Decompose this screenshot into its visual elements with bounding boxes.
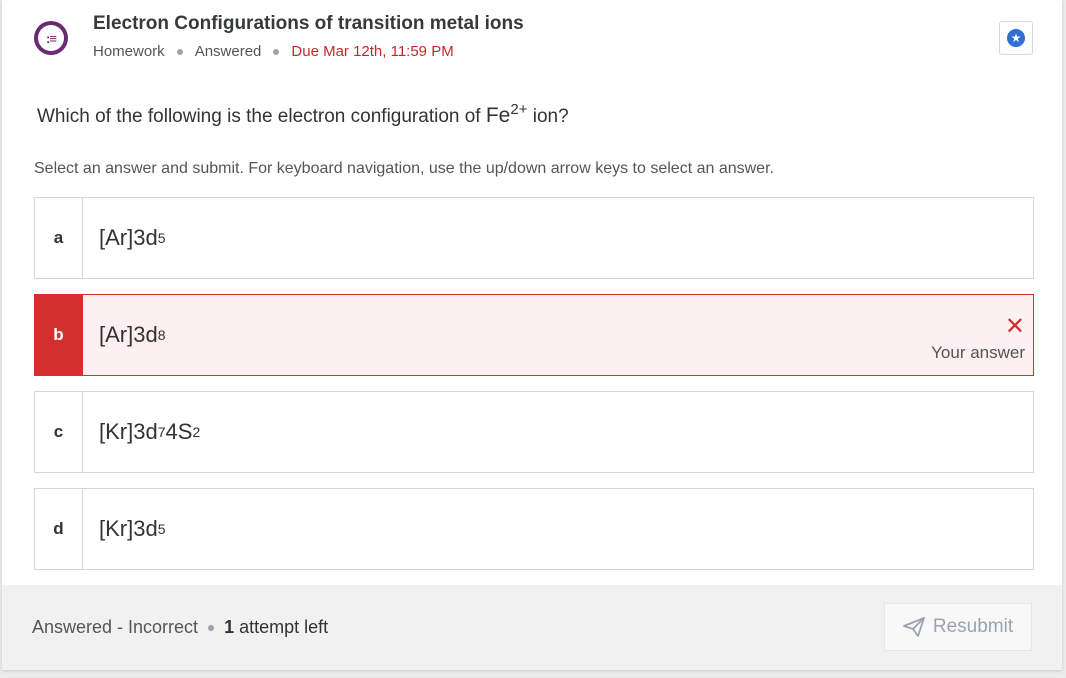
question-formula: Fe2+: [485, 101, 528, 127]
option-content: [Kr] 3d 5: [99, 516, 166, 541]
question-suffix: ion?: [527, 106, 569, 127]
answer-option-a[interactable]: a [Ar] 3d 5: [34, 197, 1034, 279]
submission-status: Answered - Incorrect 1 attempt left: [32, 617, 328, 638]
answer-option-c[interactable]: c [Kr] 3d 7 4S 2: [34, 391, 1034, 473]
option-letter: d: [35, 489, 83, 569]
separator-dot: [176, 48, 183, 55]
answer-option-d[interactable]: d [Kr] 3d 5: [34, 488, 1034, 570]
assignment-type: Homework: [93, 43, 165, 60]
resubmit-label: Resubmit: [932, 616, 1014, 637]
question-card: :≡ Electron Configurations of transition…: [2, 0, 1062, 670]
question-footer: Answered - Incorrect 1 attempt left Resu…: [2, 585, 1062, 670]
option-content: [Ar] 3d 5: [99, 225, 166, 250]
option-content: [Ar] 3d 8 ✕ Your answer: [99, 313, 1025, 363]
assignment-status: Answered: [194, 43, 262, 60]
result-text: Answered - Incorrect: [32, 617, 199, 637]
attempts-left: 1 attempt left: [224, 617, 329, 637]
answer-option-b[interactable]: b [Ar] 3d 8 ✕ Your answer: [34, 294, 1034, 376]
send-icon: [902, 617, 925, 637]
assignment-title: Electron Configurations of transition me…: [93, 13, 524, 34]
question-list-icon: :≡: [34, 21, 68, 55]
instructions: Select an answer and submit. For keyboar…: [34, 160, 774, 177]
option-content: [Kr] 3d 7 4S 2: [99, 419, 201, 444]
option-letter: b: [35, 295, 83, 375]
answer-result: ✕ Your answer: [931, 315, 1025, 363]
your-answer-label: Your answer: [931, 343, 1025, 362]
option-letter: c: [35, 392, 83, 472]
question-prefix: Which of the following is the electron c…: [37, 106, 486, 127]
separator-dot: [273, 48, 280, 55]
question-text: Which of the following is the electron c…: [37, 101, 569, 128]
option-letter: a: [35, 198, 83, 278]
separator-dot: [208, 624, 215, 631]
star-icon: ★: [1007, 29, 1025, 47]
due-date: Due Mar 12th, 11:59 PM: [291, 43, 454, 60]
resubmit-button[interactable]: Resubmit: [884, 603, 1032, 651]
x-icon: ✕: [1004, 313, 1025, 340]
assignment-meta: Homework Answered Due Mar 12th, 11:59 PM: [93, 43, 454, 60]
bookmark-button[interactable]: ★: [999, 21, 1033, 55]
